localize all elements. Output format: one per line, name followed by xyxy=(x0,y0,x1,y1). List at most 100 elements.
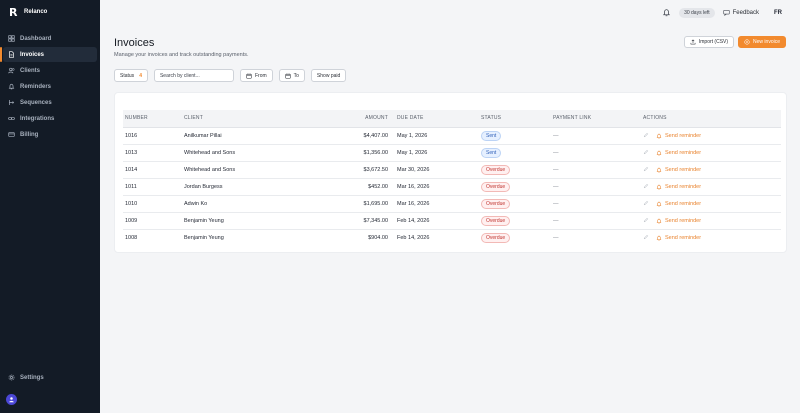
to-date-label: To xyxy=(293,72,299,79)
search-input[interactable] xyxy=(153,69,234,82)
send-reminder-button[interactable]: Send reminder xyxy=(656,184,701,190)
status-badge: Overdue xyxy=(481,181,511,192)
feedback-button[interactable]: Feedback xyxy=(723,9,759,16)
new-invoice-button[interactable]: New invoice xyxy=(738,36,786,48)
invoice-number[interactable]: 1011 xyxy=(123,178,182,195)
sidebar-item-label: Reminders xyxy=(20,83,52,90)
status-badge: Sent xyxy=(481,147,502,158)
edit-icon[interactable] xyxy=(643,200,649,208)
feedback-label: Feedback xyxy=(732,9,759,16)
sidebar-item-label: Integrations xyxy=(20,115,55,122)
column-header-due-date[interactable]: DUE DATE xyxy=(390,110,479,127)
table-row[interactable]: 1013 Whitehead and Sons $1,356.00 May 1, 20… xyxy=(123,144,781,161)
bell-icon xyxy=(656,218,662,223)
trial-badge: 30 days left xyxy=(679,7,715,18)
invoices-table: NUMBER CLIENT AMOUNT DUE DATE STATUS PAY… xyxy=(123,110,781,246)
row-actions: Send reminder xyxy=(641,195,781,212)
invoice-number[interactable]: 1008 xyxy=(123,229,182,246)
invoice-number[interactable]: 1016 xyxy=(123,127,182,144)
to-date-filter[interactable]: To xyxy=(278,69,305,82)
invoice-number[interactable]: 1009 xyxy=(123,212,182,229)
table-header-row: NUMBER CLIENT AMOUNT DUE DATE STATUS PAY… xyxy=(123,110,781,127)
send-reminder-label: Send reminder xyxy=(665,149,702,156)
status-cell: Overdue xyxy=(479,195,551,212)
table-row[interactable]: 1009 Benjamin Yeung $7,345.00 Feb 14, 2026 O… xyxy=(123,212,781,229)
row-actions: Send reminder xyxy=(641,127,781,144)
send-reminder-button[interactable]: Send reminder xyxy=(656,150,701,156)
sidebar-item-label: Clients xyxy=(20,67,41,74)
table-row[interactable]: 1008 Benjamin Yeung $904.00 Feb 14, 2026 Ove… xyxy=(123,229,781,246)
bell-icon xyxy=(656,150,662,155)
avatar[interactable] xyxy=(6,394,17,405)
from-date-filter[interactable]: From xyxy=(239,69,273,82)
column-header-client[interactable]: CLIENT xyxy=(182,110,332,127)
notification-bell-icon[interactable] xyxy=(662,8,671,17)
send-reminder-button[interactable]: Send reminder xyxy=(656,235,701,241)
table-header: NUMBER CLIENT AMOUNT DUE DATE STATUS PAY… xyxy=(123,110,781,127)
row-actions: Send reminder xyxy=(641,229,781,246)
payment-link: — xyxy=(553,217,559,224)
topbar: 30 days left Feedback FR xyxy=(100,0,800,25)
language-switch[interactable]: FR xyxy=(774,10,782,16)
invoice-client: Benjamin Yeung xyxy=(184,217,224,224)
sidebar-item-label: Dashboard xyxy=(20,35,52,42)
edit-icon[interactable] xyxy=(643,234,649,242)
table-row[interactable]: 1016 Anilkumar Pillai $4,407.00 May 1, 2026… xyxy=(123,127,781,144)
invoice-client: Whitehead and Sons xyxy=(184,149,236,156)
edit-icon[interactable] xyxy=(643,132,649,140)
send-reminder-label: Send reminder xyxy=(665,166,702,173)
column-header-amount[interactable]: AMOUNT xyxy=(332,110,390,127)
status-badge: Overdue xyxy=(481,232,511,243)
brand[interactable]: R Relanco xyxy=(0,0,100,24)
gear-icon xyxy=(8,374,15,381)
invoice-due-date: Mar 16, 2026 xyxy=(397,200,430,207)
row-actions: Send reminder xyxy=(641,212,781,229)
invoice-amount: $3,672.50 xyxy=(363,166,388,173)
invoice-amount: $4,407.00 xyxy=(363,132,388,139)
header-actions: Import (CSV) New invoice xyxy=(683,36,786,48)
invoice-due-date: Mar 16, 2026 xyxy=(397,183,430,190)
status-cell: Overdue xyxy=(479,212,551,229)
filter-bar: Status 4 From To Show paid xyxy=(114,69,347,82)
sidebar-item-settings[interactable]: Settings xyxy=(3,370,97,385)
grid-icon xyxy=(8,35,15,42)
send-reminder-label: Send reminder xyxy=(665,200,702,207)
column-header-number[interactable]: NUMBER xyxy=(123,110,182,127)
column-header-status[interactable]: STATUS xyxy=(479,110,551,127)
send-reminder-button[interactable]: Send reminder xyxy=(656,201,701,207)
send-reminder-button[interactable]: Send reminder xyxy=(656,218,701,224)
invoice-number[interactable]: 1013 xyxy=(123,144,182,161)
bell-icon xyxy=(656,133,662,138)
sidebar-item-integrations[interactable]: Integrations xyxy=(3,111,97,126)
invoice-amount: $452.00 xyxy=(368,183,388,190)
status-filter-label: Status xyxy=(120,72,135,79)
table-row[interactable]: 1010 Adwin Ko $1,695.00 Mar 16, 2026 Overdue… xyxy=(123,195,781,212)
edit-icon[interactable] xyxy=(643,217,649,225)
invoice-due-date: May 1, 2026 xyxy=(397,132,428,139)
status-filter[interactable]: Status 4 xyxy=(114,69,148,82)
sidebar-item-invoices[interactable]: Invoices xyxy=(0,47,97,62)
send-reminder-label: Send reminder xyxy=(665,234,702,241)
sidebar-item-billing[interactable]: Billing xyxy=(3,127,97,142)
table-row[interactable]: 1011 Jordan Burgess $452.00 Mar 16, 2026 Ove… xyxy=(123,178,781,195)
show-paid-toggle[interactable]: Show paid xyxy=(310,69,347,82)
import-csv-button[interactable]: Import (CSV) xyxy=(683,36,735,48)
invoice-number[interactable]: 1010 xyxy=(123,195,182,212)
card-icon xyxy=(8,131,15,138)
edit-icon[interactable] xyxy=(643,183,649,191)
page-header: Invoices Manage your invoices and track … xyxy=(114,37,249,58)
sidebar-item-reminders[interactable]: Reminders xyxy=(3,79,97,94)
sidebar-item-sequences[interactable]: Sequences xyxy=(3,95,97,110)
edit-icon[interactable] xyxy=(643,166,649,174)
table-row[interactable]: 1014 Whitehead and Sons $3,672.50 Mar 30, 2… xyxy=(123,161,781,178)
send-reminder-button[interactable]: Send reminder xyxy=(656,133,701,139)
send-reminder-button[interactable]: Send reminder xyxy=(656,167,701,173)
edit-icon[interactable] xyxy=(643,149,649,157)
sidebar-item-dashboard[interactable]: Dashboard xyxy=(3,31,97,46)
sidebar-bottom: Settings xyxy=(0,370,100,386)
payment-link: — xyxy=(553,200,559,207)
sidebar-nav: Dashboard Invoices Clients Reminders Seq… xyxy=(0,31,100,142)
invoice-number[interactable]: 1014 xyxy=(123,161,182,178)
sidebar-item-clients[interactable]: Clients xyxy=(3,63,97,78)
payment-link: — xyxy=(553,234,559,241)
